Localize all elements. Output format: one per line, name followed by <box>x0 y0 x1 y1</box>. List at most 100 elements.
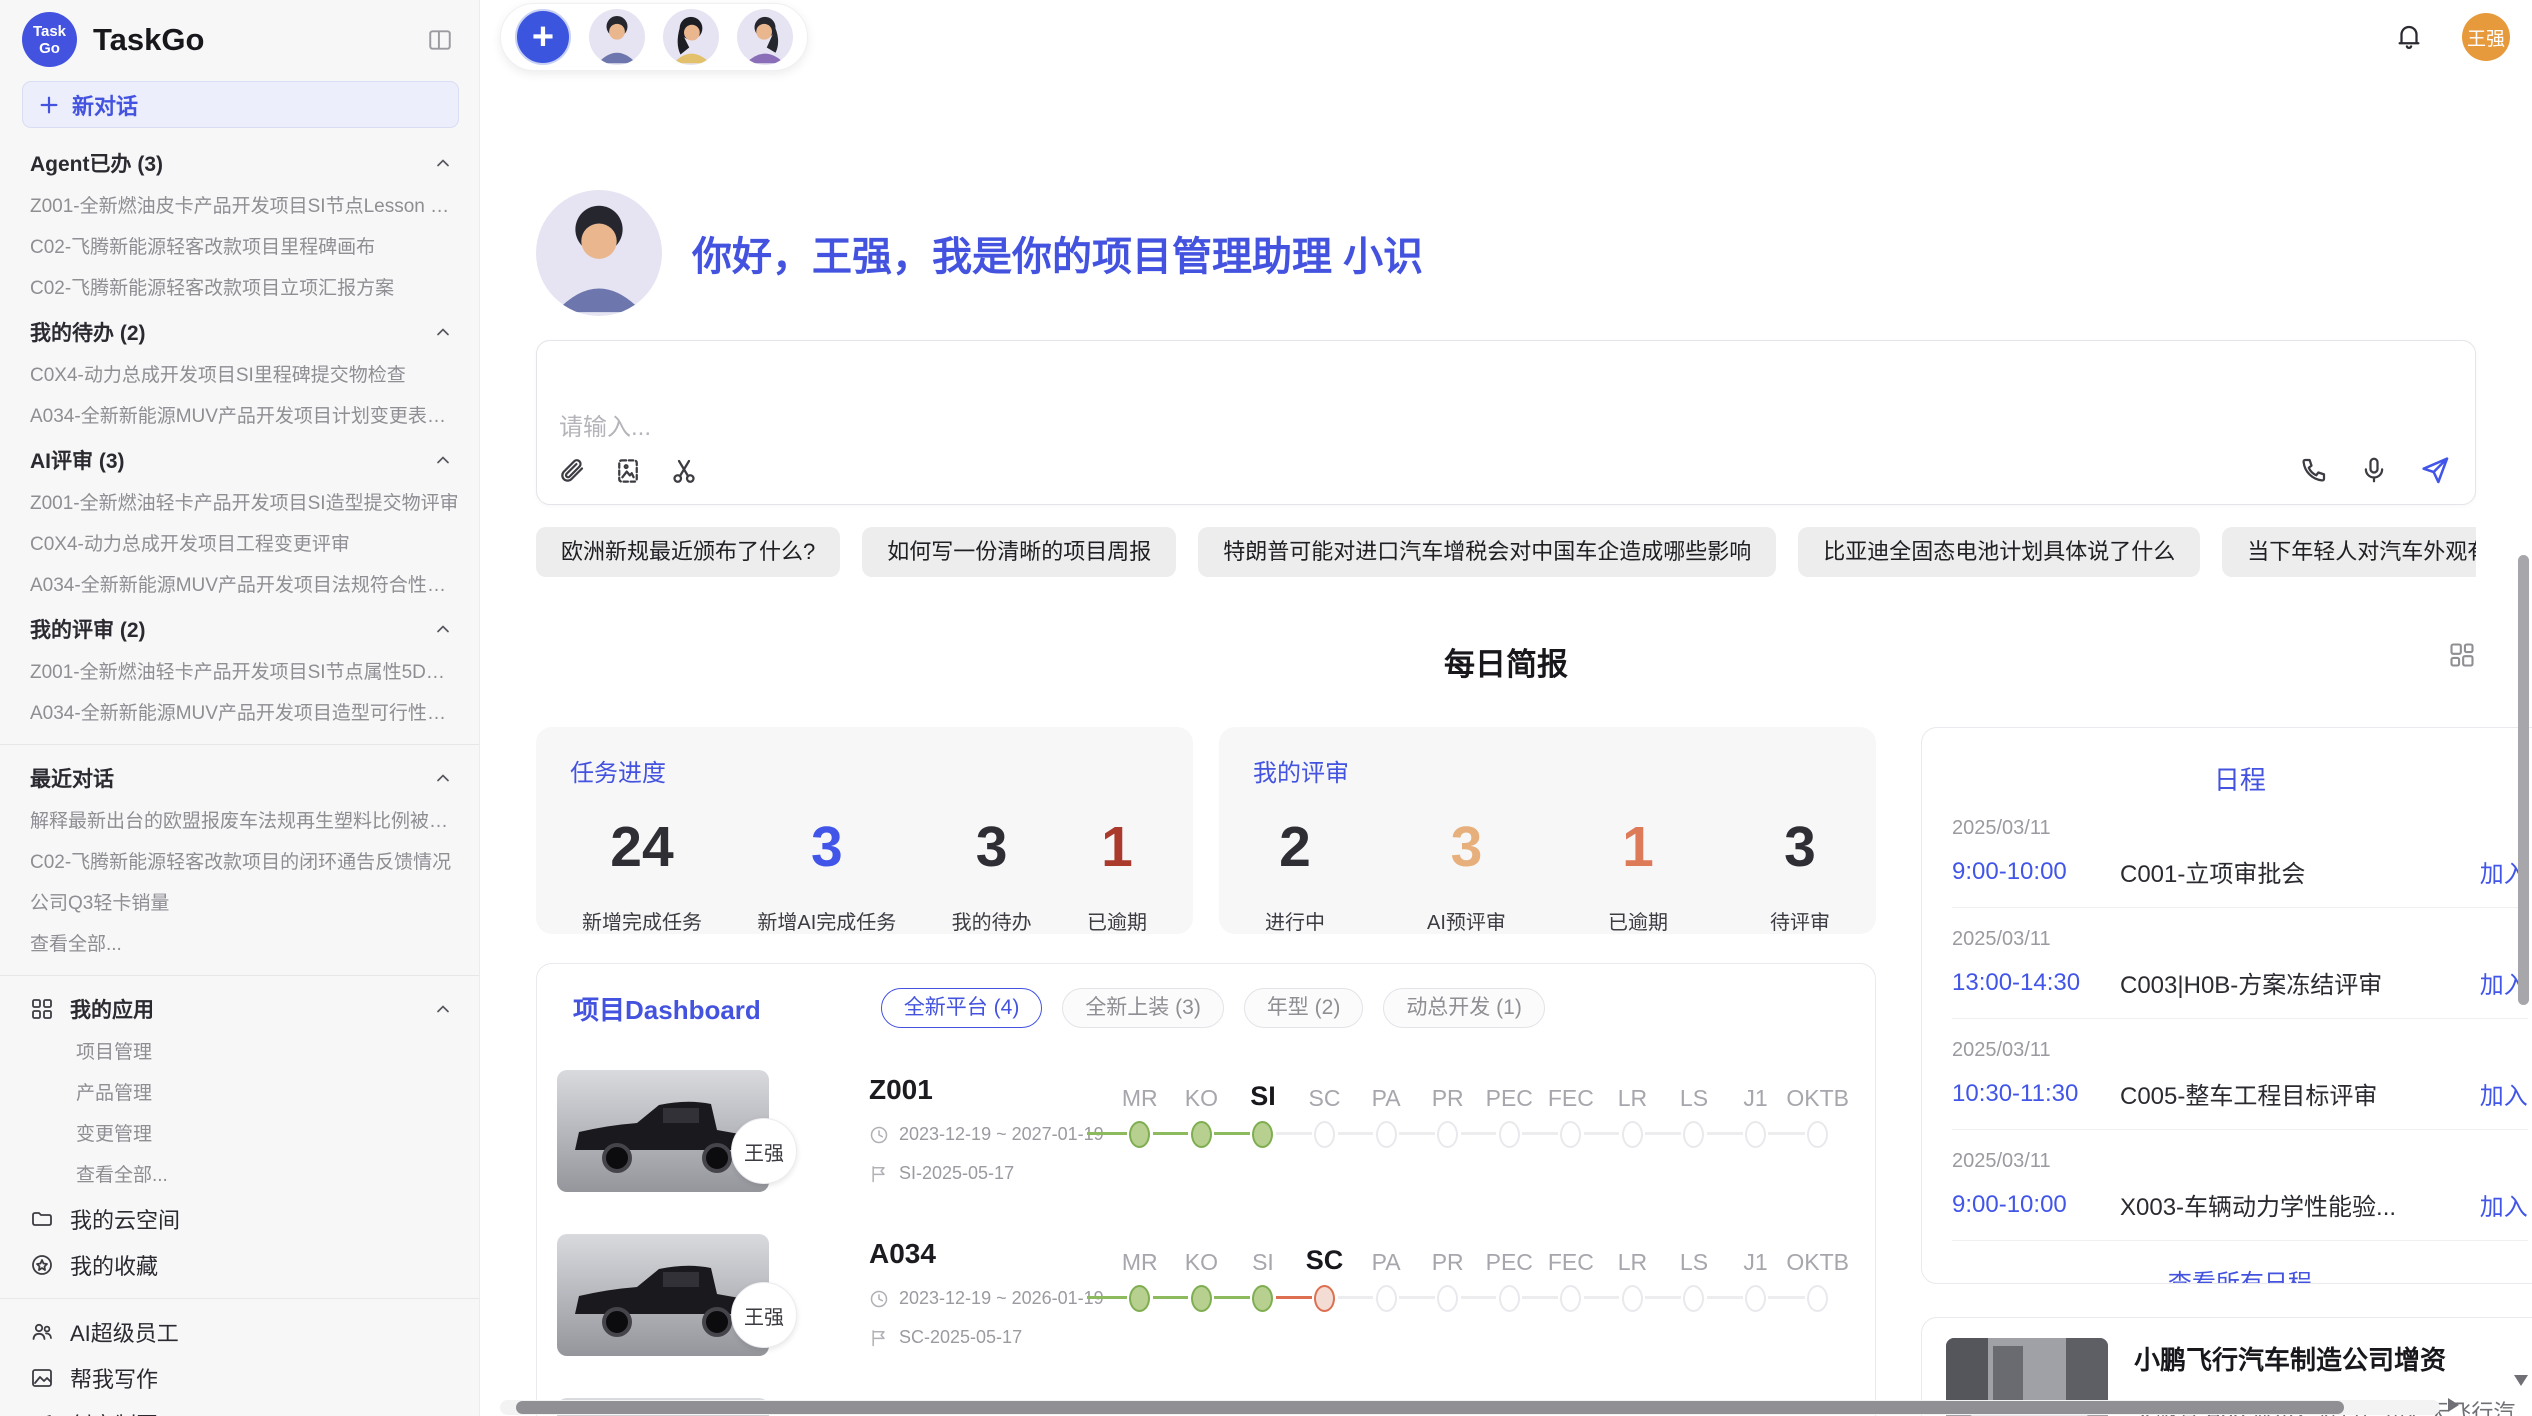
recent-section-header[interactable]: 最近对话 <box>0 755 479 801</box>
scissors-icon[interactable] <box>669 456 699 486</box>
phone-call-icon[interactable] <box>2299 455 2329 485</box>
recent-chat-item[interactable]: 公司Q3轻卡销量 <box>0 883 479 924</box>
milestone-label: MR <box>1122 1236 1158 1276</box>
sidebar-item[interactable]: A034-全新新能源MUV产品开发项目计划变更表编写 <box>0 396 479 437</box>
layout-grid-icon[interactable] <box>2448 641 2476 674</box>
scroll-right-arrow-icon[interactable] <box>2448 1398 2459 1412</box>
stat: 3 我的待办 <box>952 814 1032 935</box>
project-row[interactable]: 王强 A034 2023-12-19 ~ 2026-01-19 <box>557 1234 1855 1356</box>
milestone-dot[interactable] <box>1499 1285 1520 1312</box>
apps-section-header[interactable]: 我的应用 <box>0 986 479 1032</box>
horizontal-scrollbar-track[interactable] <box>500 1400 2440 1415</box>
milestone-dot[interactable] <box>1129 1121 1150 1148</box>
collapse-sidebar-icon[interactable] <box>427 27 453 53</box>
sidebar-section-items: C0X4-动力总成开发项目SI里程碑提交物检查A034-全新新能源MUV产品开发… <box>0 355 479 437</box>
milestone-dot[interactable] <box>1622 1121 1643 1148</box>
new-chat-button[interactable]: 新对话 <box>22 81 459 128</box>
milestone-dot[interactable] <box>1683 1121 1704 1148</box>
suggestion-chip[interactable]: 比亚迪全固态电池计划具体说了什么 <box>1798 527 2200 577</box>
app-item[interactable]: 项目管理 <box>0 1032 479 1073</box>
milestone-dot[interactable] <box>1252 1121 1273 1148</box>
milestone-dot[interactable] <box>1314 1121 1335 1148</box>
app-item[interactable]: 查看全部... <box>0 1155 479 1196</box>
screenshot-icon[interactable] <box>613 456 643 486</box>
horizontal-scrollbar-thumb[interactable] <box>516 1401 2344 1414</box>
send-icon[interactable] <box>2419 454 2451 486</box>
milestone-dot[interactable] <box>1191 1285 1212 1312</box>
milestone-dot[interactable] <box>1437 1285 1458 1312</box>
sidebar-item[interactable]: A034-全新新能源MUV产品开发项目造型可行性评审 <box>0 693 479 734</box>
milestone-dot[interactable] <box>1129 1285 1150 1312</box>
milestone-dot[interactable] <box>1745 1121 1766 1148</box>
add-session-button[interactable]: + <box>515 9 571 65</box>
member-avatar[interactable] <box>663 9 719 65</box>
attachment-icon[interactable] <box>557 456 587 486</box>
chat-input-box[interactable]: 请输入... <box>536 340 2476 505</box>
milestone-dot[interactable] <box>1252 1285 1273 1312</box>
member-avatar[interactable] <box>589 9 645 65</box>
vertical-scrollbar-thumb[interactable] <box>2518 555 2529 1005</box>
milestone-dot[interactable] <box>1191 1121 1212 1148</box>
milestone-dot[interactable] <box>1376 1121 1397 1148</box>
sidebar-section-items: Z001-全新燃油轻卡产品开发项目SI节点属性5D文件评审A034-全新新能源M… <box>0 652 479 734</box>
milestone-dot[interactable] <box>1560 1121 1581 1148</box>
milestone-dot[interactable] <box>1376 1285 1397 1312</box>
microphone-icon[interactable] <box>2359 455 2389 485</box>
milestone-dot[interactable] <box>1499 1121 1520 1148</box>
sidebar-item[interactable]: Z001-全新燃油轻卡产品开发项目SI节点属性5D文件评审 <box>0 652 479 693</box>
milestone-connector <box>1461 1296 1497 1299</box>
stat-value: 24 <box>610 814 673 880</box>
suggestion-chip[interactable]: 当下年轻人对汽车外观有怎样的喜好趋势 <box>2222 527 2476 577</box>
suggestion-chip[interactable]: 欧洲新规最近颁布了什么? <box>536 527 840 577</box>
dashboard-filter-chip[interactable]: 动总开发 (1) <box>1383 988 1545 1028</box>
milestone-connector <box>1461 1132 1497 1135</box>
sidebar-item[interactable]: A034-全新新能源MUV产品开发项目法规符合性评审 <box>0 565 479 606</box>
milestone-dot[interactable] <box>1314 1285 1335 1312</box>
sidebar-item-creative-drawing[interactable]: 创意制图 <box>0 1401 479 1416</box>
milestone-dot[interactable] <box>1437 1121 1458 1148</box>
sidebar-item[interactable]: C02-飞腾新能源轻客改款项目立项汇报方案 <box>0 268 479 309</box>
sidebar-item[interactable]: C02-飞腾新能源轻客改款项目里程碑画布 <box>0 227 479 268</box>
sidebar-item-ai-super-staff[interactable]: AI超级员工 <box>0 1309 479 1355</box>
sidebar-item[interactable]: Z001-全新燃油轻卡产品开发项目SI造型提交物评审 <box>0 483 479 524</box>
milestone-dot[interactable] <box>1807 1285 1828 1312</box>
milestone-dot[interactable] <box>1745 1285 1766 1312</box>
project-info: A034 2023-12-19 ~ 2026-01-19 SC-2025-05-… <box>869 1234 1109 1348</box>
dashboard-filter-chip[interactable]: 全新平台 (4) <box>881 988 1043 1028</box>
sidebar-item[interactable]: C0X4-动力总成开发项目工程变更评审 <box>0 524 479 565</box>
dashboard-filter-chip[interactable]: 全新上装 (3) <box>1062 988 1224 1028</box>
sidebar-section-header[interactable]: 我的评审 (2) <box>0 606 479 652</box>
sidebar-item[interactable]: Z001-全新燃油皮卡产品开发项目SI节点Lesson Learn报告 <box>0 186 479 227</box>
sidebar-item[interactable]: C0X4-动力总成开发项目SI里程碑提交物检查 <box>0 355 479 396</box>
milestone-dot[interactable] <box>1622 1285 1643 1312</box>
milestone-dot[interactable] <box>1807 1121 1828 1148</box>
scroll-down-arrow-icon[interactable] <box>2514 1375 2528 1386</box>
sidebar-item-help-me-write[interactable]: 帮我写作 <box>0 1355 479 1401</box>
sidebar-section-header[interactable]: Agent已办 (3) <box>0 140 479 186</box>
notifications-bell-icon[interactable] <box>2394 22 2424 52</box>
user-avatar[interactable]: 王强 <box>2462 13 2510 61</box>
dashboard-filter-chip[interactable]: 年型 (2) <box>1244 988 1364 1028</box>
milestone-dot[interactable] <box>1560 1285 1581 1312</box>
sidebar-item-favorites[interactable]: 我的收藏 <box>0 1242 479 1288</box>
milestone-label: OKTB <box>1786 1236 1849 1276</box>
join-meeting-link[interactable]: 加入 <box>2480 1076 2528 1111</box>
greeting-text: 你好，王强，我是你的项目管理助理 小识 <box>692 224 1423 282</box>
app-item[interactable]: 变更管理 <box>0 1114 479 1155</box>
join-meeting-link[interactable]: 加入 <box>2480 1187 2528 1222</box>
suggestion-chip[interactable]: 如何写一份清晰的项目周报 <box>862 527 1176 577</box>
app-item[interactable]: 产品管理 <box>0 1073 479 1114</box>
suggestion-chip[interactable]: 特朗普可能对进口汽车增税会对中国车企造成哪些影响 <box>1198 527 1776 577</box>
schedule-time: 9:00-10:00 <box>1952 1191 2120 1219</box>
recent-chat-item[interactable]: 解释最新出台的欧盟报废车法规再生塑料比例被调至15%... <box>0 801 479 842</box>
sidebar-section-header[interactable]: AI评审 (3) <box>0 437 479 483</box>
sidebar-section-header[interactable]: 我的待办 (2) <box>0 309 479 355</box>
member-avatar[interactable] <box>737 9 793 65</box>
milestone-dot[interactable] <box>1683 1285 1704 1312</box>
sidebar-item-cloud-space[interactable]: 我的云空间 <box>0 1196 479 1242</box>
recent-chat-item[interactable]: 查看全部... <box>0 924 479 965</box>
view-all-schedule-link[interactable]: 查看所有日程 <box>1952 1263 2528 1284</box>
recent-chat-item[interactable]: C02-飞腾新能源轻客改款项目的闭环通告反馈情况 <box>0 842 479 883</box>
project-row[interactable]: 王强 Z001 2023-12-19 ~ 2027-01-19 <box>557 1070 1855 1192</box>
top-bar: + 王强 <box>480 0 2532 70</box>
